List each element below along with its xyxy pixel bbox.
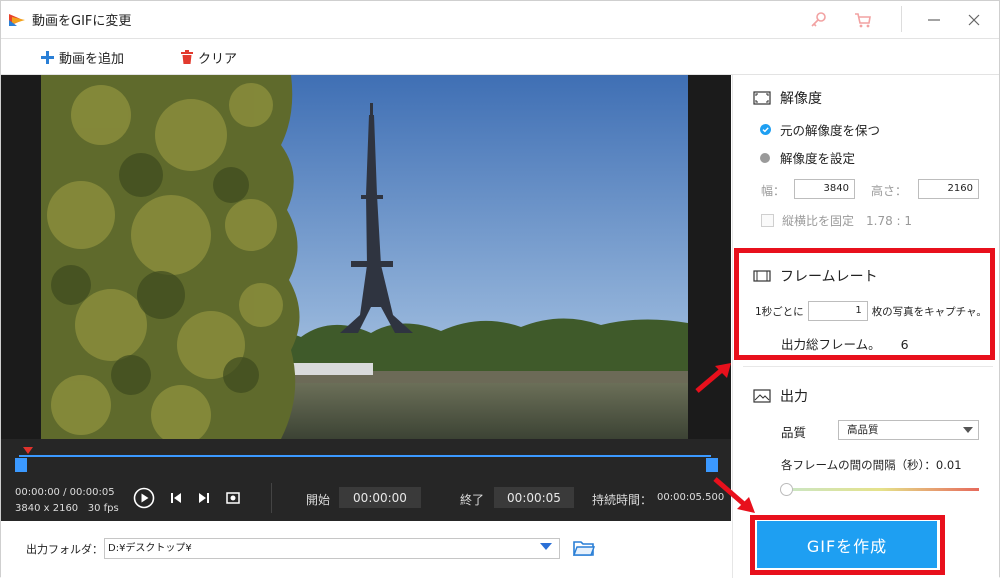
output-folder-field[interactable]: D:¥デスクトップ¥	[104, 538, 560, 559]
playhead-marker[interactable]	[23, 447, 33, 454]
end-time-input[interactable]: 00:00:05	[494, 487, 574, 508]
timeline-panel: 00:00:00 / 00:00:05 3840 x 2160 30 fps 開…	[1, 439, 731, 521]
keep-resolution-radio[interactable]: 元の解像度を保つ	[760, 120, 880, 139]
app-logo-icon	[9, 14, 25, 26]
toolbar: 動画を追加 クリア	[1, 39, 999, 75]
height-input[interactable]: 2160	[918, 179, 979, 199]
total-time: 00:00:05	[69, 487, 115, 498]
lock-ratio-label: 縦横比を固定	[782, 214, 855, 228]
quality-value: 高品質	[847, 424, 879, 436]
output-folder-label: 出力フォルダ：	[26, 543, 103, 556]
app-window: 動画をGIFに変更 動画を追加 クリア 00:00:00 / 00:00:05 …	[0, 0, 1000, 578]
chevron-down-icon	[963, 427, 973, 433]
play-button[interactable]	[133, 487, 155, 509]
width-label: 幅：	[761, 184, 786, 198]
next-frame-button[interactable]	[197, 487, 211, 509]
interval-value: 0.01	[935, 458, 962, 472]
output-title: 出力	[780, 389, 808, 405]
duration-label: 持続時間：	[592, 493, 653, 507]
resolution-title: 解像度	[780, 91, 822, 107]
set-resolution-label: 解像度を設定	[780, 151, 856, 166]
checked-radio-icon	[760, 124, 771, 135]
previous-frame-button[interactable]	[169, 487, 183, 509]
snapshot-button[interactable]	[226, 487, 240, 509]
make-gif-highlight-box	[750, 515, 945, 575]
slider-knob[interactable]	[780, 483, 793, 496]
resolution-icon	[753, 91, 771, 105]
trim-start-handle[interactable]	[15, 458, 27, 472]
key-icon[interactable]	[809, 10, 829, 30]
annotation-arrow-icon	[713, 477, 755, 513]
width-input[interactable]: 3840	[794, 179, 855, 199]
quality-select[interactable]: 高品質	[838, 420, 979, 440]
framerate-highlight-box	[734, 248, 995, 360]
folder-icon[interactable]	[573, 539, 595, 557]
interval-label: 各フレームの間の間隔（秒）：	[781, 458, 936, 472]
interval-slider[interactable]	[780, 483, 979, 496]
time-separator: /	[59, 487, 70, 498]
checkbox-box	[761, 214, 774, 227]
keep-resolution-label: 元の解像度を保つ	[780, 123, 881, 138]
video-fps: 30 fps	[87, 503, 119, 514]
radio-dot-icon	[760, 152, 770, 163]
clear-button[interactable]: クリア	[181, 46, 237, 68]
resolution-section-title: 解像度	[753, 88, 822, 108]
time-readout: 00:00:00 / 00:00:05	[15, 487, 115, 498]
video-preview: 00:00:00 / 00:00:05 3840 x 2160 30 fps 開…	[1, 75, 731, 521]
height-label: 高さ：	[871, 184, 908, 198]
start-time-input[interactable]: 00:00:00	[339, 487, 421, 508]
window-title: 動画をGIFに変更	[32, 14, 132, 29]
lock-ratio-checkbox[interactable]: 縦横比を固定 1.78 : 1	[761, 212, 912, 229]
controls-divider	[271, 483, 272, 513]
title-bar: 動画をGIFに変更	[1, 1, 999, 39]
current-time: 00:00:00	[15, 487, 60, 498]
cart-icon[interactable]	[853, 10, 873, 30]
output-folder-bar: 出力フォルダ： D:¥デスクトップ¥	[1, 521, 741, 578]
start-label: 開始	[306, 493, 331, 507]
output-section-title: 出力	[753, 386, 808, 406]
set-resolution-radio[interactable]: 解像度を設定	[760, 148, 855, 167]
add-video-button[interactable]: 動画を追加	[41, 46, 124, 68]
titlebar-divider	[901, 6, 902, 32]
quality-label: 品質	[781, 425, 807, 440]
plus-icon	[41, 50, 54, 64]
section-divider	[743, 366, 993, 367]
trim-end-handle[interactable]	[706, 458, 718, 472]
minimize-button[interactable]	[923, 9, 945, 31]
trash-icon	[181, 50, 193, 64]
close-button[interactable]	[963, 9, 985, 31]
video-info: 3840 x 2160 30 fps	[15, 503, 119, 514]
add-video-label: 動画を追加	[59, 51, 125, 67]
timeline-track[interactable]	[19, 455, 711, 457]
interval-row: 各フレームの間の間隔（秒）：0.01	[781, 457, 962, 473]
aspect-ratio-value: 1.78 : 1	[866, 213, 913, 228]
clear-label: クリア	[198, 51, 238, 67]
image-icon	[753, 389, 771, 403]
chevron-down-icon[interactable]	[540, 543, 552, 550]
end-label: 終了	[460, 493, 485, 507]
video-frame	[41, 75, 688, 439]
annotation-arrow-icon	[695, 363, 731, 393]
video-resolution: 3840 x 2160	[15, 503, 79, 514]
